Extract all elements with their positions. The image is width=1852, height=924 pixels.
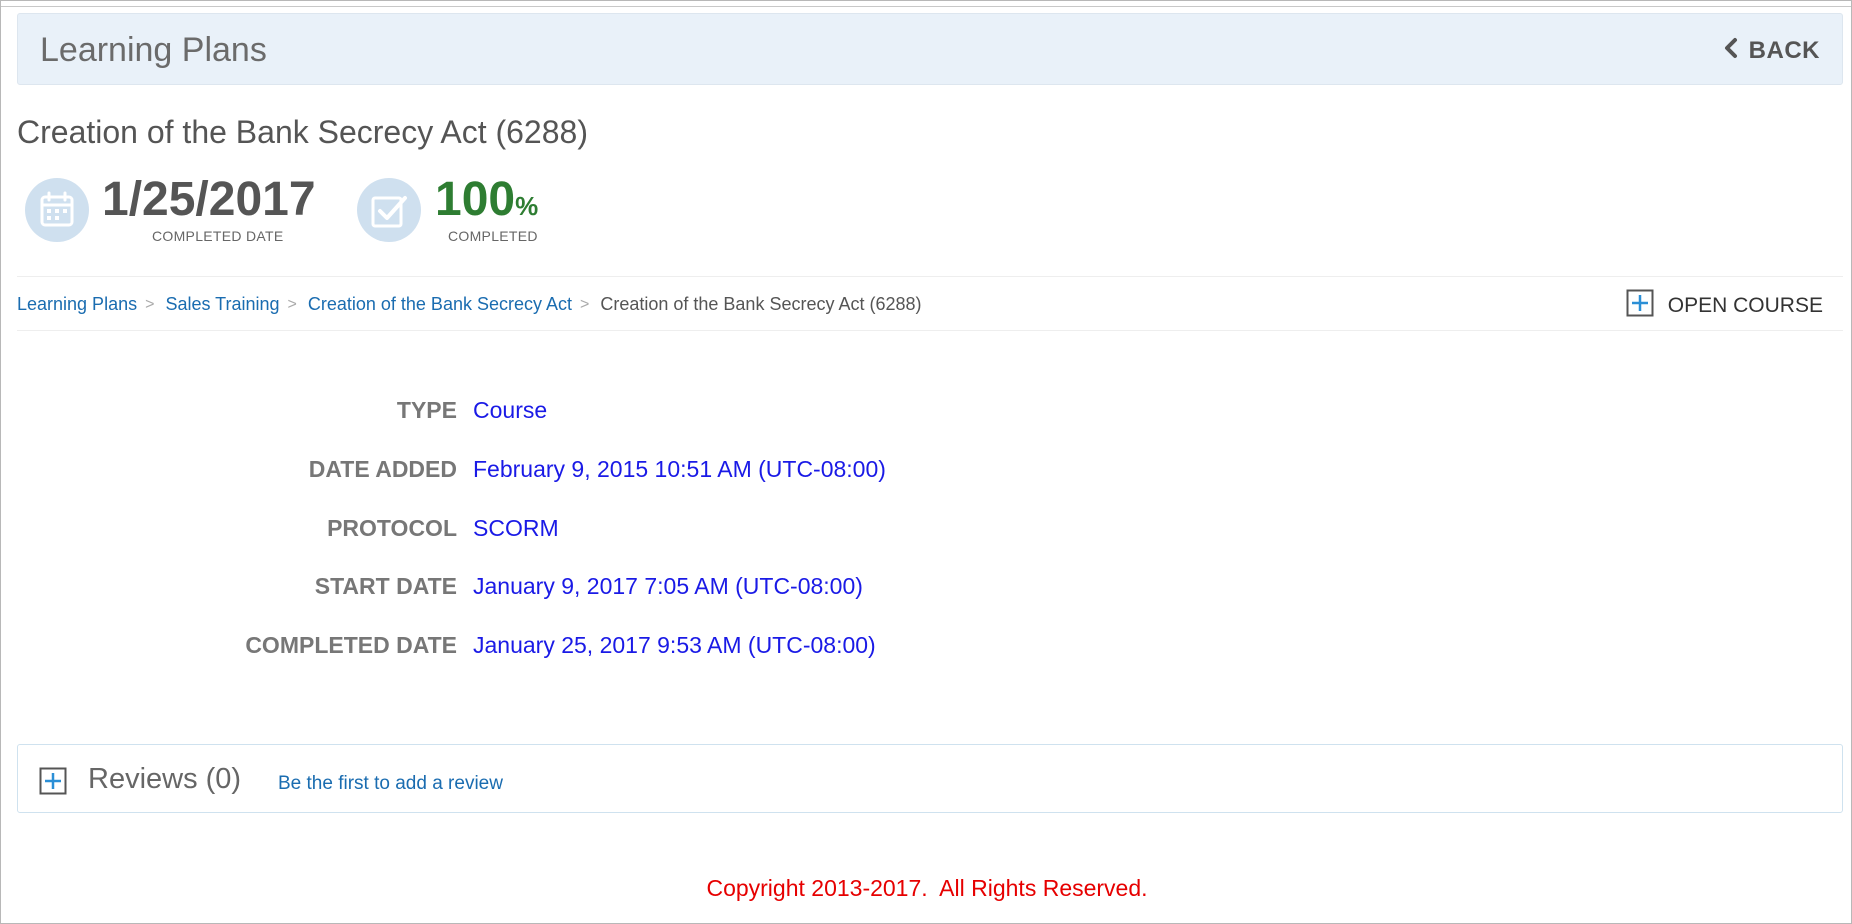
breadcrumb-current: Creation of the Bank Secrecy Act (6288)	[600, 294, 922, 314]
breadcrumb-separator: >	[580, 295, 590, 313]
breadcrumb-sales-training[interactable]: Sales Training	[165, 294, 279, 315]
detail-row-type: TYPE Course	[1, 397, 1201, 427]
completion-label: COMPLETED	[448, 228, 538, 244]
detail-label: COMPLETED DATE	[245, 632, 457, 658]
breadcrumb-learning-plans[interactable]: Learning Plans	[17, 294, 137, 315]
add-review-link[interactable]: Be the first to add a review	[278, 773, 503, 795]
detail-value: Course	[473, 397, 548, 423]
open-course-label: OPEN COURSE	[1667, 293, 1823, 317]
detail-row-date-added: DATE ADDED February 9, 2015 10:51 AM (UT…	[1, 456, 1201, 486]
completion-value: 100%	[435, 176, 538, 224]
detail-value: January 9, 2017 7:05 AM (UTC-08:00)	[473, 573, 863, 599]
detail-row-start-date: START DATE January 9, 2017 7:05 AM (UTC-…	[1, 573, 1201, 603]
back-label: BACK	[1748, 36, 1820, 64]
chevron-left-icon	[1721, 36, 1749, 65]
open-course-button[interactable]: OPEN COURSE	[1626, 289, 1823, 322]
top-rule	[1, 6, 1851, 7]
completed-date-value: 1/25/2017	[102, 173, 316, 226]
reviews-panel: Reviews (0) Be the first to add a review	[17, 744, 1843, 813]
divider-top	[17, 276, 1843, 277]
copyright-text: Copyright 2013-2017. All Rights Reserved…	[706, 875, 1148, 901]
detail-row-protocol: PROTOCOL SCORM	[1, 515, 1201, 545]
back-button[interactable]: BACK	[1721, 36, 1820, 65]
calendar-icon	[25, 178, 89, 242]
completion-unit: %	[515, 191, 539, 221]
breadcrumb-separator: >	[145, 295, 155, 313]
checkbox-icon	[357, 178, 421, 242]
detail-value: February 9, 2015 10:51 AM (UTC-08:00)	[473, 456, 886, 482]
plus-square-icon	[1626, 289, 1654, 322]
completed-date-label: COMPLETED DATE	[152, 228, 284, 244]
divider-bottom	[17, 330, 1843, 331]
completion-number: 100	[435, 173, 516, 226]
breadcrumb-separator: >	[287, 295, 297, 313]
detail-row-completed-date: COMPLETED DATE January 25, 2017 9:53 AM …	[1, 632, 1201, 662]
detail-label: PROTOCOL	[327, 515, 457, 541]
expand-reviews-icon[interactable]	[39, 767, 67, 800]
breadcrumb: Learning Plans > Sales Training > Creati…	[17, 294, 922, 315]
page-title: Creation of the Bank Secrecy Act (6288)	[17, 114, 588, 150]
detail-value: January 25, 2017 9:53 AM (UTC-08:00)	[473, 632, 876, 658]
page-frame: Learning Plans BACK Creation of the Bank…	[0, 0, 1852, 924]
reviews-title[interactable]: Reviews (0)	[88, 763, 241, 796]
breadcrumb-course-parent[interactable]: Creation of the Bank Secrecy Act	[308, 294, 572, 315]
detail-label: DATE ADDED	[308, 456, 457, 482]
detail-label: START DATE	[314, 573, 457, 599]
detail-value: SCORM	[473, 515, 559, 541]
page-header: Learning Plans BACK	[17, 13, 1843, 85]
detail-label: TYPE	[396, 397, 457, 423]
header-title: Learning Plans	[40, 31, 267, 69]
